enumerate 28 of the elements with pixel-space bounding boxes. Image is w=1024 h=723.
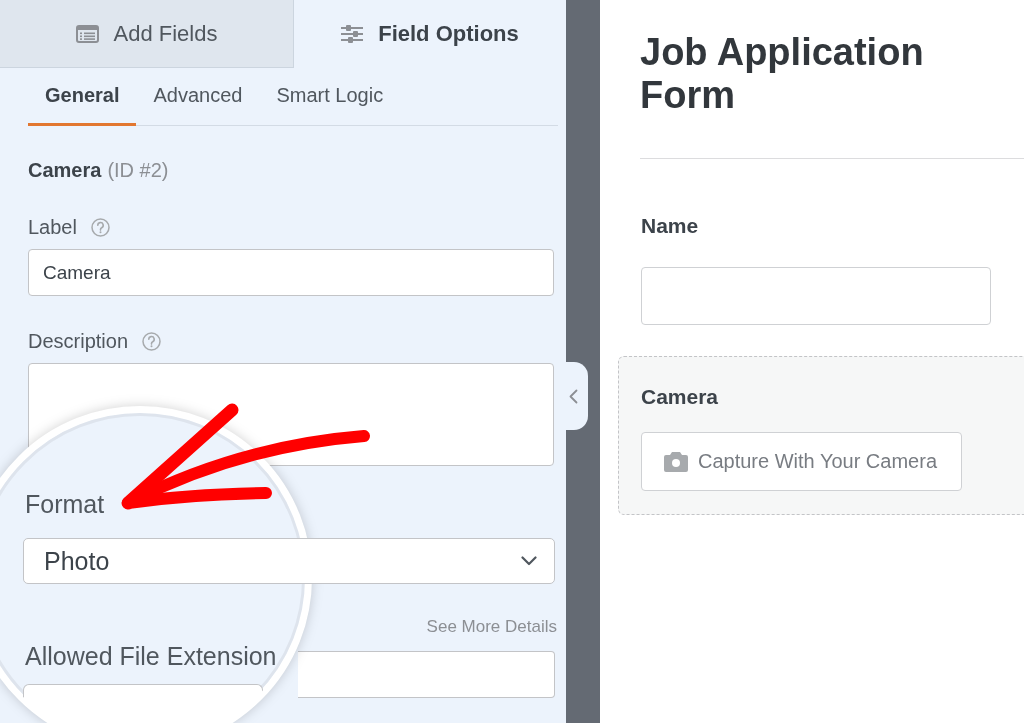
capture-button[interactable]: Capture With Your Camera [641,432,962,491]
label-input[interactable]: Camera [28,249,554,296]
field-label: Label [28,215,77,239]
camera-icon [664,451,688,472]
extensions-label: Allowed File Extension [25,641,277,671]
extensions-input[interactable] [298,651,555,698]
format-select[interactable]: Photo [23,538,555,584]
field-name: Camera [28,159,102,181]
selected-form-field[interactable]: Camera Capture With Your Camera [618,356,1024,515]
list-icon [75,24,99,43]
chevron-down-icon [521,556,537,566]
extensions-input[interactable] [23,684,263,723]
field-id: (ID #2) [107,159,169,181]
format-label: Format [25,489,105,519]
collapse-button[interactable] [566,362,588,430]
panel-tab[interactable]: Add Fields [0,0,294,68]
settings-tab[interactable]: Smart Logic [259,68,401,126]
field-label: Description [28,329,129,353]
sliders-icon [341,24,364,43]
form-title: Job Application Form [640,30,925,117]
form-field-label: Name [641,214,699,238]
form-field-label: Camera [641,385,719,409]
chevron-left-icon [569,388,578,404]
settings-tab[interactable]: Advanced [136,68,260,126]
name-input[interactable] [641,267,991,325]
help-icon[interactable] [90,217,110,237]
settings-tab[interactable]: General [28,68,137,126]
help-icon[interactable] [142,331,162,351]
